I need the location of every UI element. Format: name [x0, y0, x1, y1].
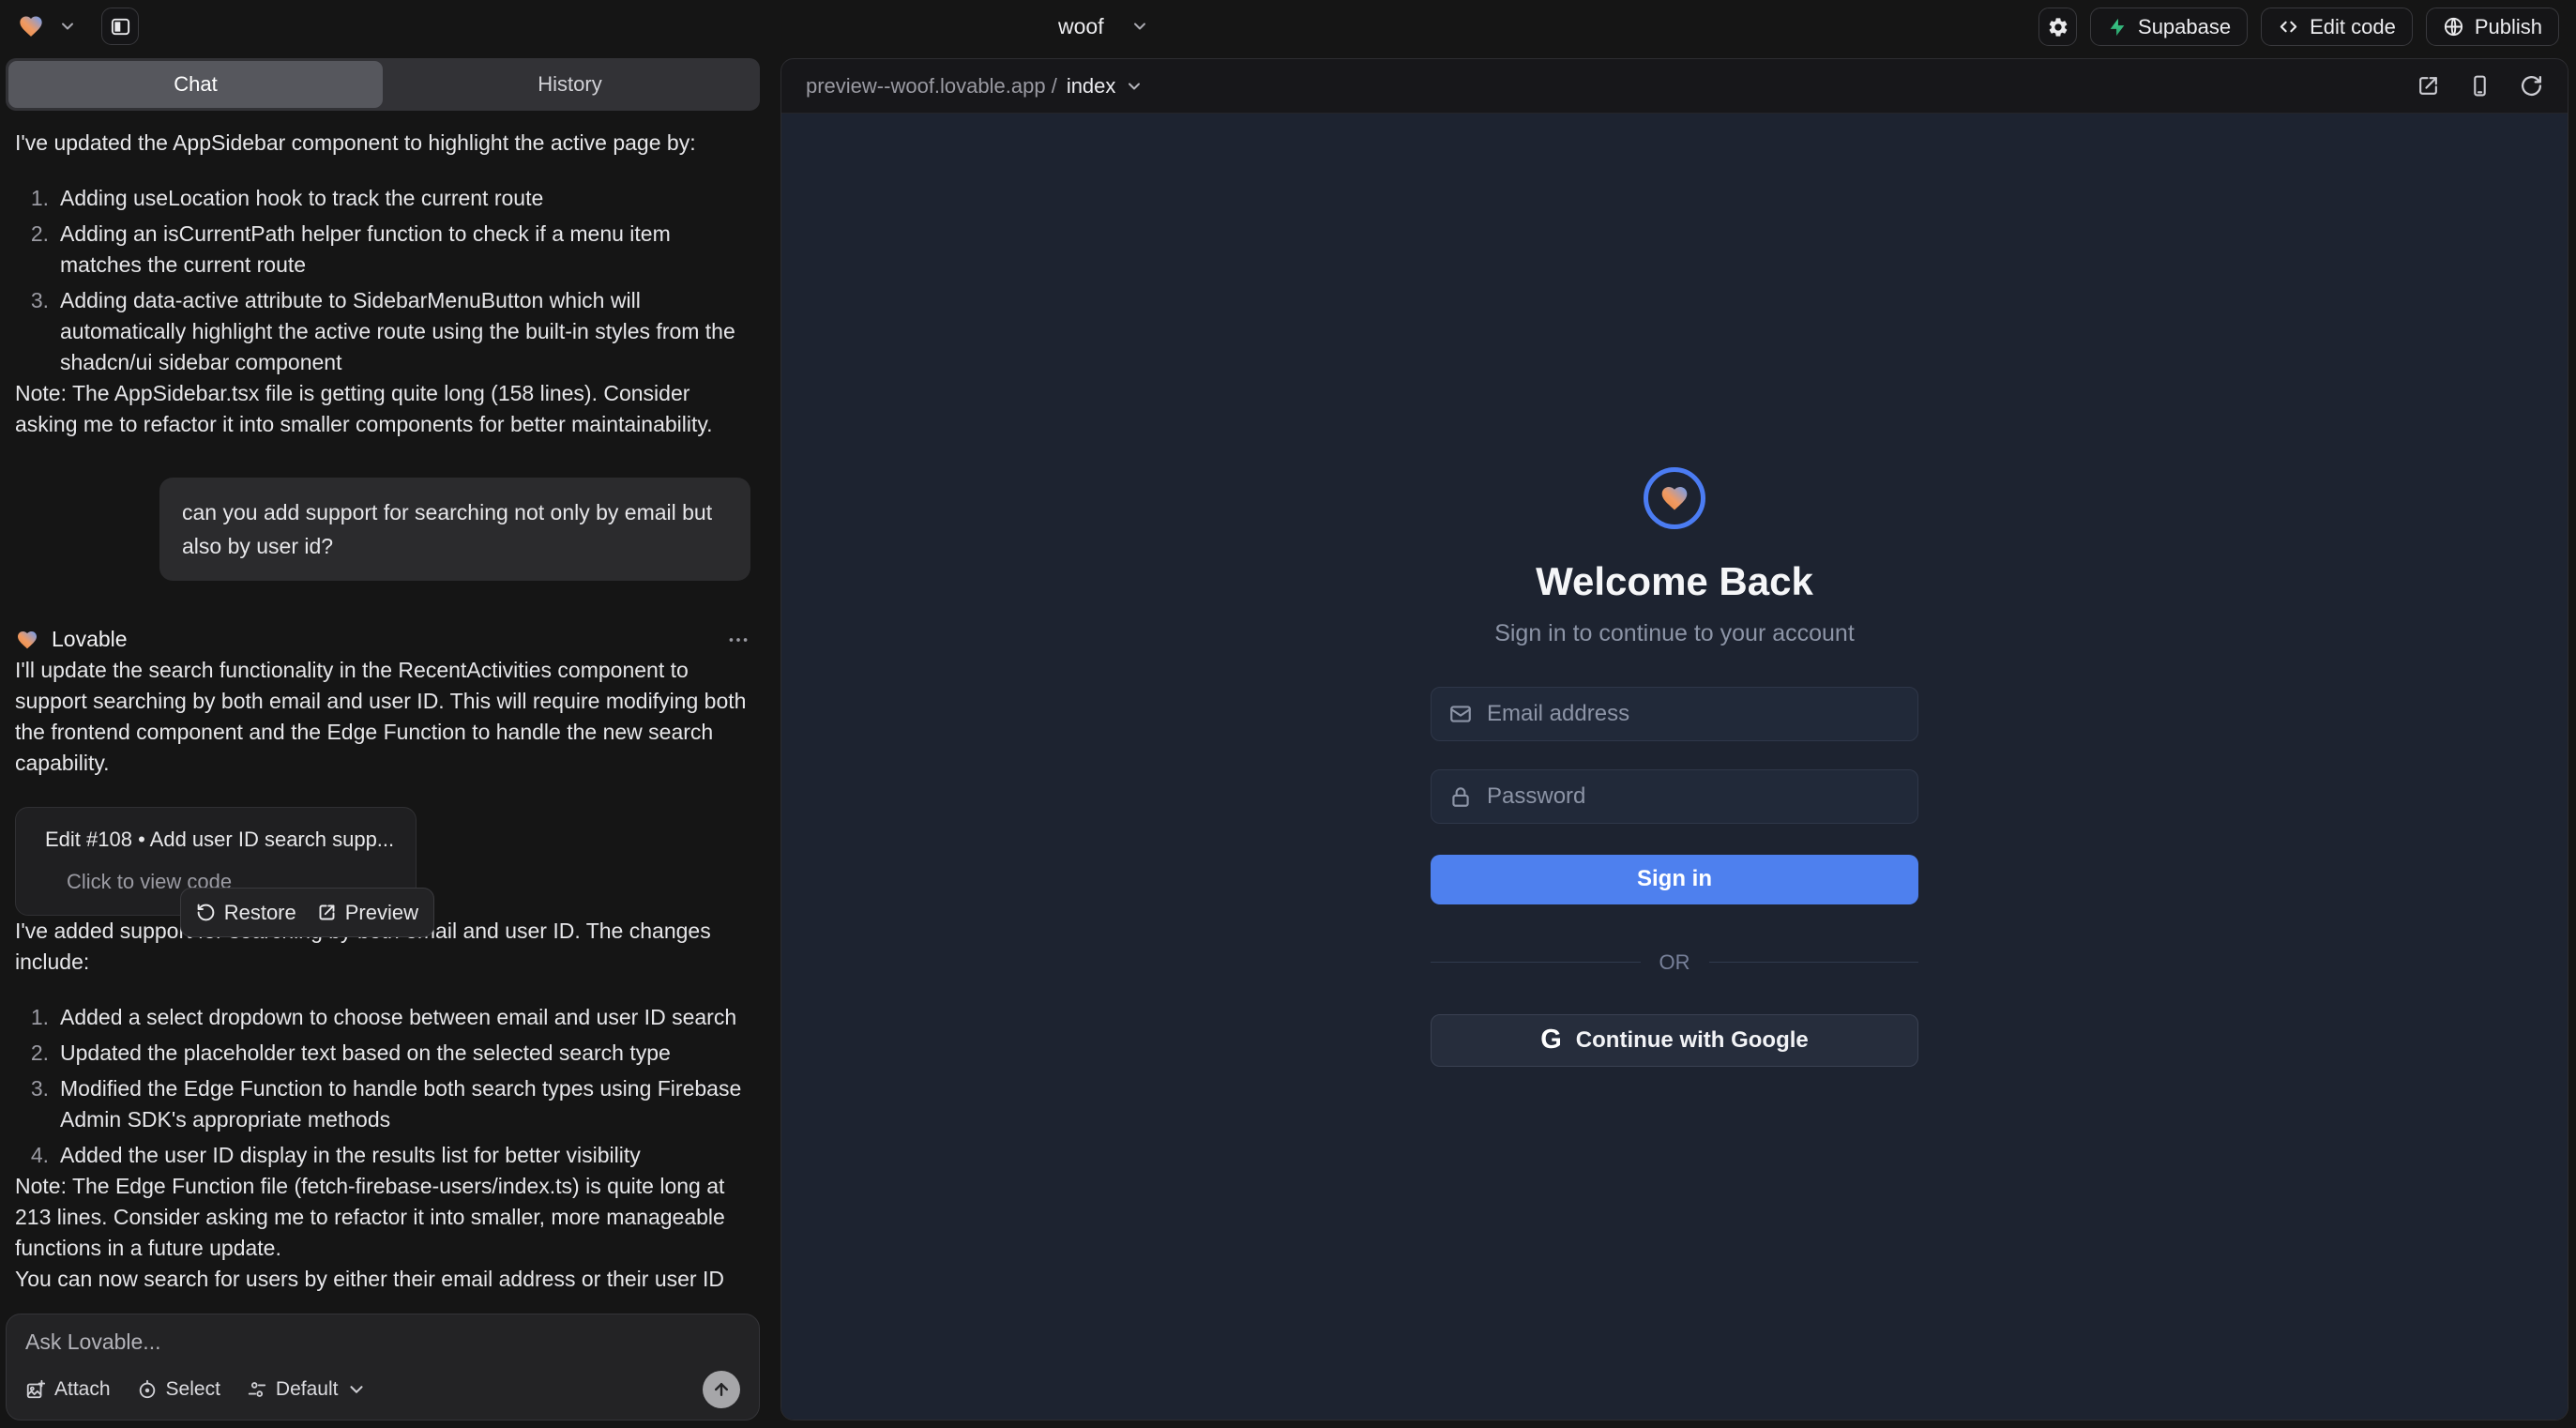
- model-selector[interactable]: Default: [247, 1378, 368, 1401]
- password-input[interactable]: [1487, 783, 1901, 810]
- preview-url[interactable]: preview--woof.lovable.app / index: [806, 74, 1144, 99]
- restore-button[interactable]: Restore: [196, 897, 296, 928]
- open-in-new-tab-icon[interactable]: [2417, 74, 2440, 98]
- settings-button[interactable]: [2038, 8, 2077, 46]
- list-item: Adding useLocation hook to track the cur…: [24, 183, 750, 214]
- select-button-label: Select: [166, 1378, 220, 1401]
- edit-card-actions: Restore Preview: [180, 888, 434, 937]
- project-chevron-down-icon[interactable]: [1130, 17, 1149, 36]
- lock-icon: [1448, 784, 1473, 809]
- globe-icon: [2443, 16, 2464, 38]
- edit-code-button[interactable]: Edit code: [2261, 8, 2413, 46]
- restore-button-label: Restore: [224, 897, 296, 928]
- edit-version-card[interactable]: Edit #108 • Add user ID search supp... C…: [15, 807, 417, 916]
- attach-icon: [25, 1379, 46, 1400]
- chat-composer: Attach Select Default: [6, 1314, 760, 1420]
- supabase-button[interactable]: Supabase: [2090, 8, 2248, 46]
- chevron-down-icon: [1125, 77, 1144, 96]
- assistant-changes-list: Added a select dropdown to choose betwee…: [24, 1002, 750, 1171]
- password-field[interactable]: [1431, 769, 1918, 824]
- panel-toggle-icon: [110, 16, 131, 38]
- google-button-label: Continue with Google: [1576, 1027, 1809, 1054]
- preview-button-label: Preview: [345, 897, 418, 928]
- list-item: Adding data-active attribute to SidebarM…: [24, 285, 750, 378]
- page-subtitle: Sign in to continue to your account: [1494, 620, 1855, 647]
- auth-card: Welcome Back Sign in to continue to your…: [1431, 467, 1918, 1067]
- gear-icon: [2047, 16, 2069, 38]
- email-field[interactable]: [1431, 687, 1918, 741]
- preview-url-page: index: [1067, 74, 1116, 99]
- publish-button[interactable]: Publish: [2426, 8, 2559, 46]
- mobile-view-icon[interactable]: [2468, 74, 2492, 98]
- chat-panel: Chat History I've updated the AppSidebar…: [0, 53, 765, 1428]
- list-item: Adding an isCurrentPath helper function …: [24, 219, 750, 281]
- supabase-bolt-icon: [2107, 17, 2128, 38]
- assistant-header: Lovable: [15, 624, 750, 655]
- heart-logo-icon: [1659, 483, 1690, 513]
- chevron-down-icon[interactable]: [58, 17, 77, 36]
- user-message-bubble: can you add support for searching not on…: [159, 478, 750, 581]
- code-icon: [2278, 16, 2299, 38]
- chat-history-tabs: Chat History: [6, 58, 760, 111]
- assistant-intro: I'll update the search functionality in …: [15, 655, 750, 779]
- page-title: Welcome Back: [1536, 559, 1813, 604]
- mail-icon: [1448, 702, 1473, 726]
- refresh-icon[interactable]: [2520, 74, 2543, 98]
- or-divider-label: OR: [1659, 950, 1690, 975]
- edit-card-title: Edit #108 • Add user ID search supp...: [45, 824, 394, 855]
- external-link-icon: [317, 903, 337, 922]
- sidebar-toggle-button[interactable]: [101, 8, 139, 45]
- more-icon[interactable]: [726, 628, 750, 652]
- assistant-message-intro: I've updated the AppSidebar component to…: [15, 128, 750, 159]
- preview-button[interactable]: Preview: [317, 897, 418, 928]
- attach-button[interactable]: Attach: [25, 1378, 111, 1401]
- google-sign-in-button[interactable]: G Continue with Google: [1431, 1014, 1918, 1067]
- select-button[interactable]: Select: [137, 1378, 220, 1401]
- sign-in-button[interactable]: Sign in: [1431, 855, 1918, 904]
- preview-header: preview--woof.lovable.app / index: [781, 59, 2568, 114]
- list-item: Modified the Edge Function to handle bot…: [24, 1073, 750, 1135]
- tab-chat[interactable]: Chat: [8, 61, 383, 108]
- model-selector-label: Default: [276, 1378, 339, 1401]
- email-input[interactable]: [1487, 701, 1901, 727]
- attach-button-label: Attach: [54, 1378, 111, 1401]
- send-arrow-icon: [712, 1380, 731, 1399]
- chat-input[interactable]: [25, 1329, 740, 1361]
- topbar: woof Supabase Edit code Publish: [0, 0, 2576, 53]
- tab-history[interactable]: History: [383, 61, 757, 108]
- assistant-message-note: Note: The AppSidebar.tsx file is getting…: [15, 378, 750, 440]
- preview-url-host: preview--woof.lovable.app /: [806, 74, 1057, 99]
- preview-panel: preview--woof.lovable.app / index Welcom…: [780, 58, 2568, 1420]
- chat-messages: I've updated the AppSidebar component to…: [0, 111, 765, 1299]
- lovable-heart-icon: [15, 629, 39, 651]
- or-divider: OR: [1431, 950, 1918, 975]
- sliders-icon: [247, 1379, 267, 1400]
- assistant-name: Lovable: [52, 624, 128, 655]
- app-logo: [1644, 467, 1705, 529]
- assistant-message-list: Adding useLocation hook to track the cur…: [24, 183, 750, 378]
- restore-icon: [196, 903, 216, 922]
- edit-code-button-label: Edit code: [2310, 15, 2396, 39]
- select-target-icon: [137, 1379, 158, 1400]
- list-item: Added a select dropdown to choose betwee…: [24, 1002, 750, 1033]
- publish-button-label: Publish: [2475, 15, 2542, 39]
- supabase-button-label: Supabase: [2138, 15, 2231, 39]
- chevron-down-icon: [346, 1379, 367, 1400]
- list-item: Added the user ID display in the results…: [24, 1140, 750, 1171]
- send-button[interactable]: [703, 1371, 740, 1408]
- lovable-logo-icon[interactable]: [17, 13, 45, 39]
- assistant-outro: You can now search for users by either t…: [15, 1264, 750, 1299]
- project-name: woof: [1058, 14, 1104, 39]
- assistant-note: Note: The Edge Function file (fetch-fire…: [15, 1171, 750, 1264]
- list-item: Updated the placeholder text based on th…: [24, 1038, 750, 1069]
- preview-content: Welcome Back Sign in to continue to your…: [781, 114, 2568, 1420]
- google-g-icon: G: [1540, 1025, 1562, 1056]
